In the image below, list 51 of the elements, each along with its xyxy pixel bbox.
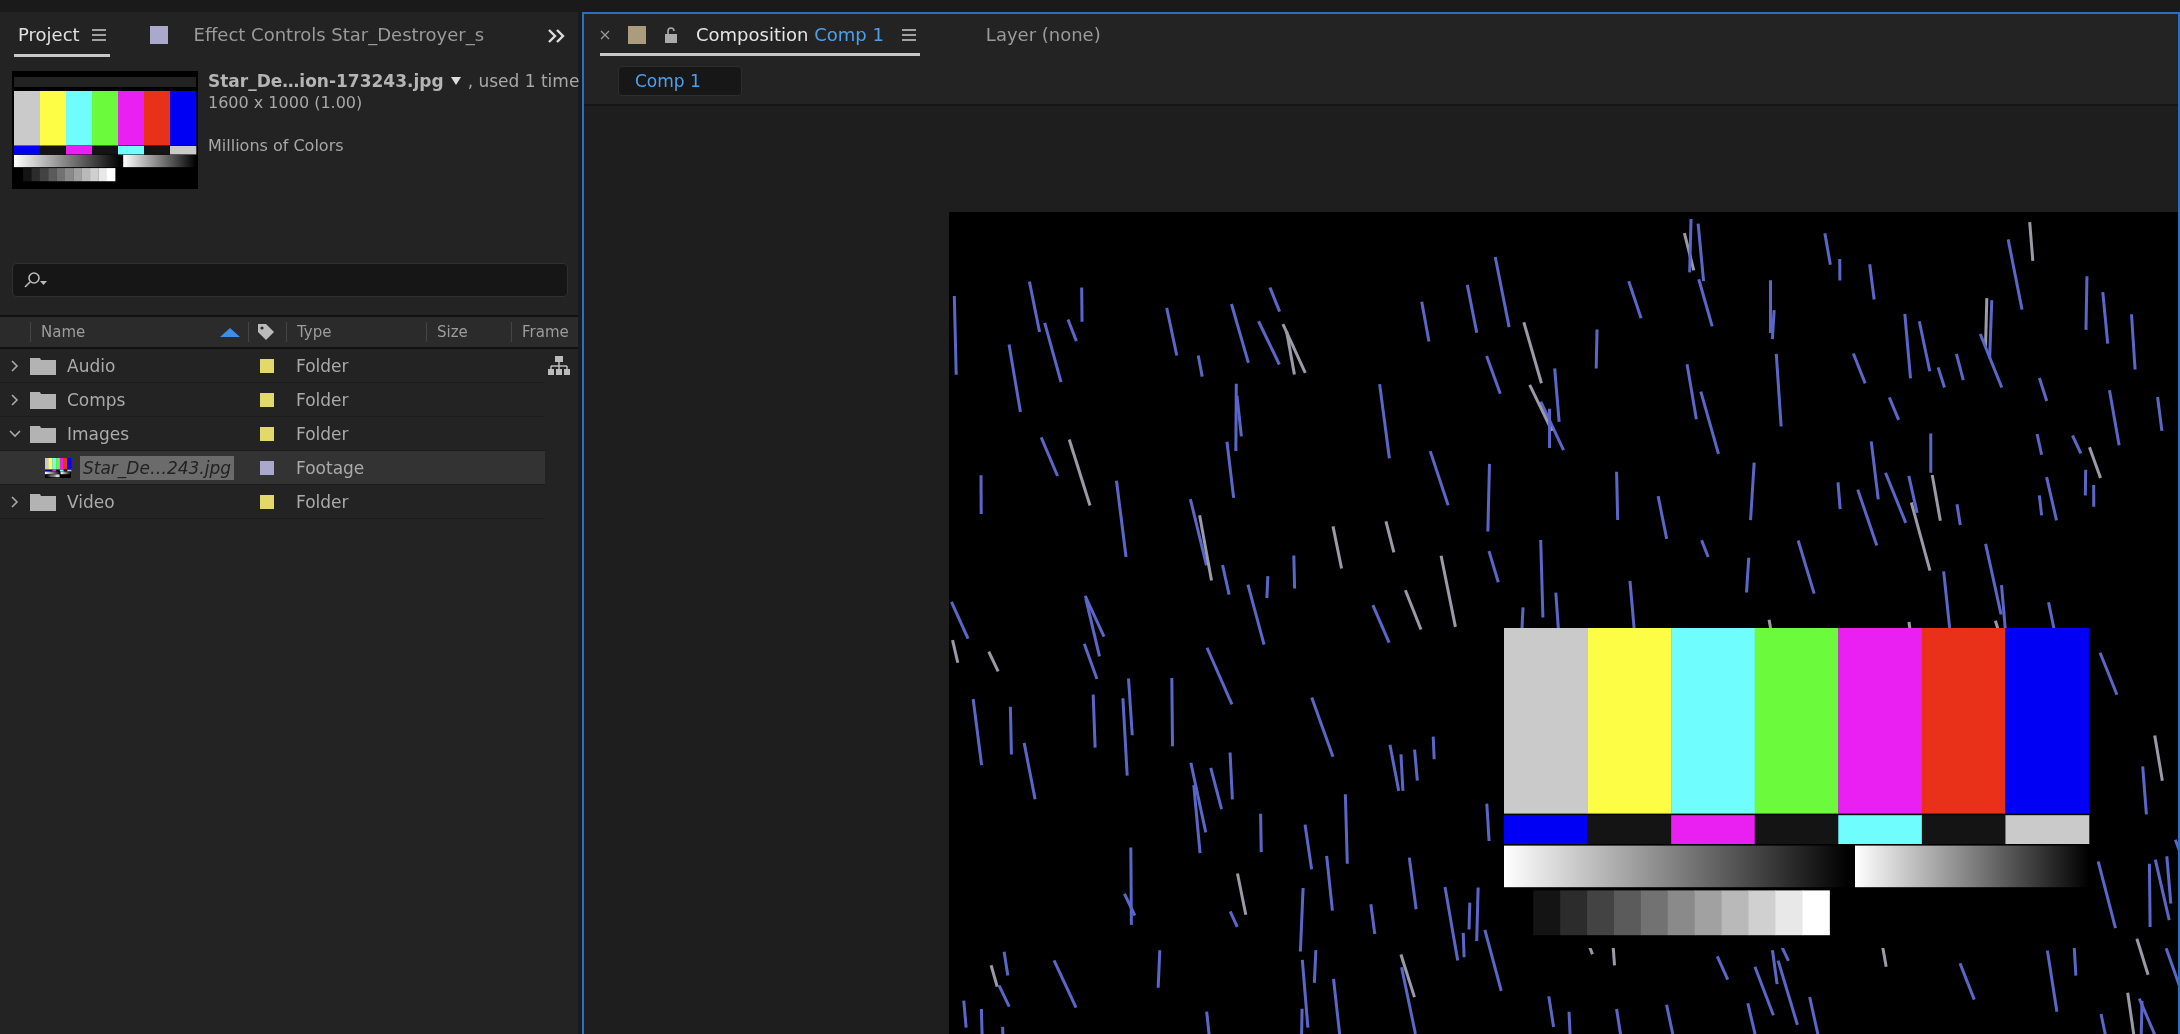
column-header[interactable]: Frame <box>522 323 569 341</box>
item-name: Images <box>66 422 131 446</box>
expanded-caret-icon[interactable] <box>8 429 22 438</box>
project-item-row[interactable]: Star_De…243.jpg Footage <box>0 451 545 485</box>
menu-icon[interactable] <box>901 28 916 41</box>
item-name: Audio <box>66 354 117 378</box>
item-type: Folder <box>295 491 349 512</box>
item-type: Footage <box>295 457 365 478</box>
tag-icon[interactable] <box>257 323 275 341</box>
menu-icon[interactable] <box>91 28 106 41</box>
label-color-icon <box>628 25 646 44</box>
folder-icon <box>30 492 56 511</box>
comp-breadcrumb[interactable]: Comp 1 <box>618 66 742 96</box>
footage-thumbnail-icon <box>44 456 72 479</box>
footage-name: Star_De…ion-173243.jpg <box>208 71 444 91</box>
usage-text: , used 1 time <box>467 71 580 91</box>
column-header[interactable]: Size <box>437 323 468 341</box>
panel-tab[interactable]: Layer (none) <box>985 16 1101 56</box>
column-header[interactable]: Name <box>41 323 86 341</box>
panel-tab[interactable]: Composition Comp 1 <box>600 16 920 56</box>
label-color-swatch[interactable] <box>260 460 274 475</box>
panel-tab[interactable]: Project <box>14 15 110 57</box>
column-header[interactable]: Type <box>297 323 332 341</box>
item-name: Video <box>66 490 116 514</box>
label-color-swatch[interactable] <box>260 426 274 441</box>
folder-icon <box>30 424 56 443</box>
double-chevron-icon[interactable] <box>546 28 566 44</box>
item-name: Star_De…243.jpg <box>80 455 235 480</box>
label-color-swatch[interactable] <box>260 358 274 373</box>
project-item-row[interactable]: Video Folder <box>0 485 545 519</box>
project-item-row[interactable]: Comps Folder <box>0 383 545 417</box>
item-type: Folder <box>295 423 349 444</box>
project-item-row[interactable]: Audio Folder <box>0 349 545 383</box>
dropdown-icon[interactable] <box>449 76 462 86</box>
search-field[interactable] <box>12 263 568 297</box>
item-type: Folder <box>295 389 349 410</box>
search-icon[interactable] <box>23 271 49 289</box>
panel-tab[interactable]: Effect Controls Star_Destroyer_s <box>149 15 485 57</box>
item-type: Folder <box>295 355 349 376</box>
flowchart-icon[interactable] <box>548 356 570 376</box>
folder-icon <box>30 390 56 409</box>
dimensions-text: 1600 x 1000 (1.00) <box>208 93 364 112</box>
sort-arrow-icon[interactable] <box>220 327 240 337</box>
item-name: Comps <box>66 388 127 412</box>
close-icon[interactable] <box>600 29 610 40</box>
unlocked-padlock-icon[interactable] <box>664 26 678 43</box>
label-color-icon <box>149 25 168 44</box>
folder-icon <box>30 356 56 375</box>
label-color-swatch[interactable] <box>260 494 274 509</box>
label-color-swatch[interactable] <box>260 392 274 407</box>
color-depth-text: Millions of Colors <box>208 136 345 155</box>
